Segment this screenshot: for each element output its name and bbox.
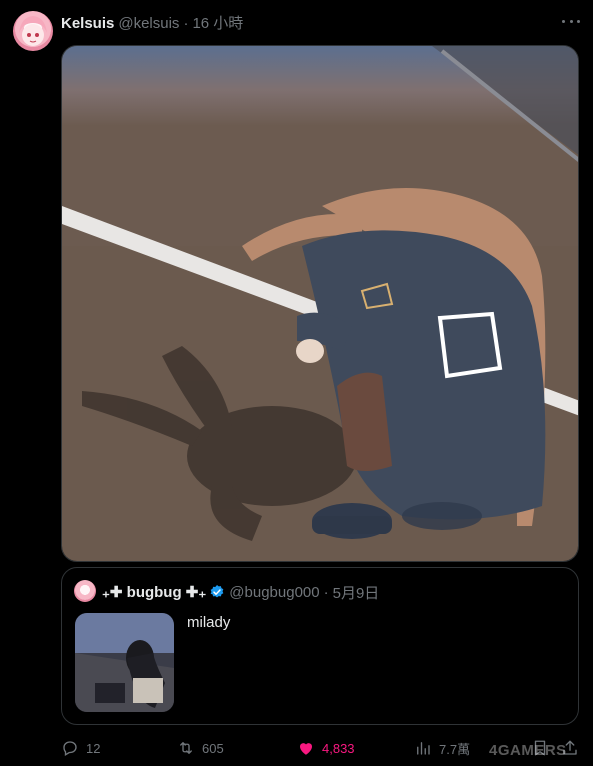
verified-badge-icon (210, 585, 224, 598)
timestamp[interactable]: 16 小時 (192, 12, 243, 33)
quoted-display-name[interactable]: ₊✚ bugbug ✚₊ (102, 583, 206, 601)
retweet-icon (180, 742, 192, 754)
artwork-illustration (62, 46, 578, 561)
quoted-date[interactable]: 5月9日 (333, 582, 380, 603)
quoted-handle[interactable]: @bugbug000 (229, 584, 319, 601)
quoted-header: ₊✚ bugbug ✚₊ @bugbug000 · 5月9日 (102, 582, 379, 602)
like-count: 4,833 (322, 740, 355, 756)
views-icon (417, 742, 430, 755)
reply-icon (63, 741, 77, 756)
quoted-text: milady (187, 614, 231, 631)
retweet-count: 605 (202, 740, 224, 756)
quoted-separator: · (323, 583, 329, 601)
retweet-button[interactable]: 605 (177, 736, 224, 760)
avatar[interactable] (13, 11, 53, 51)
tweet-image[interactable] (61, 45, 579, 562)
separator: · (183, 15, 189, 32)
quoted-photo (75, 613, 174, 712)
quoted-tweet[interactable]: ₊✚ bugbug ✚₊ @bugbug000 · 5月9日 milady (61, 567, 579, 725)
like-button[interactable]: 4,833 (297, 736, 355, 760)
views-count: 7.7萬 (439, 741, 471, 757)
reply-count: 12 (86, 740, 101, 756)
tweet-header: Kelsuis @kelsuis · 16 小時 (61, 12, 243, 33)
more-options-icon[interactable] (562, 15, 580, 27)
quoted-image[interactable] (75, 613, 174, 712)
watermark: 4GAMERS (489, 742, 567, 759)
reply-button[interactable]: 12 (61, 736, 100, 760)
heart-icon (300, 743, 312, 755)
quoted-avatar[interactable] (74, 580, 96, 602)
handle[interactable]: @kelsuis (118, 15, 179, 32)
avatar-face-icon (19, 16, 47, 46)
views-button[interactable]: 7.7萬 (414, 736, 470, 760)
display-name[interactable]: Kelsuis (61, 15, 114, 32)
